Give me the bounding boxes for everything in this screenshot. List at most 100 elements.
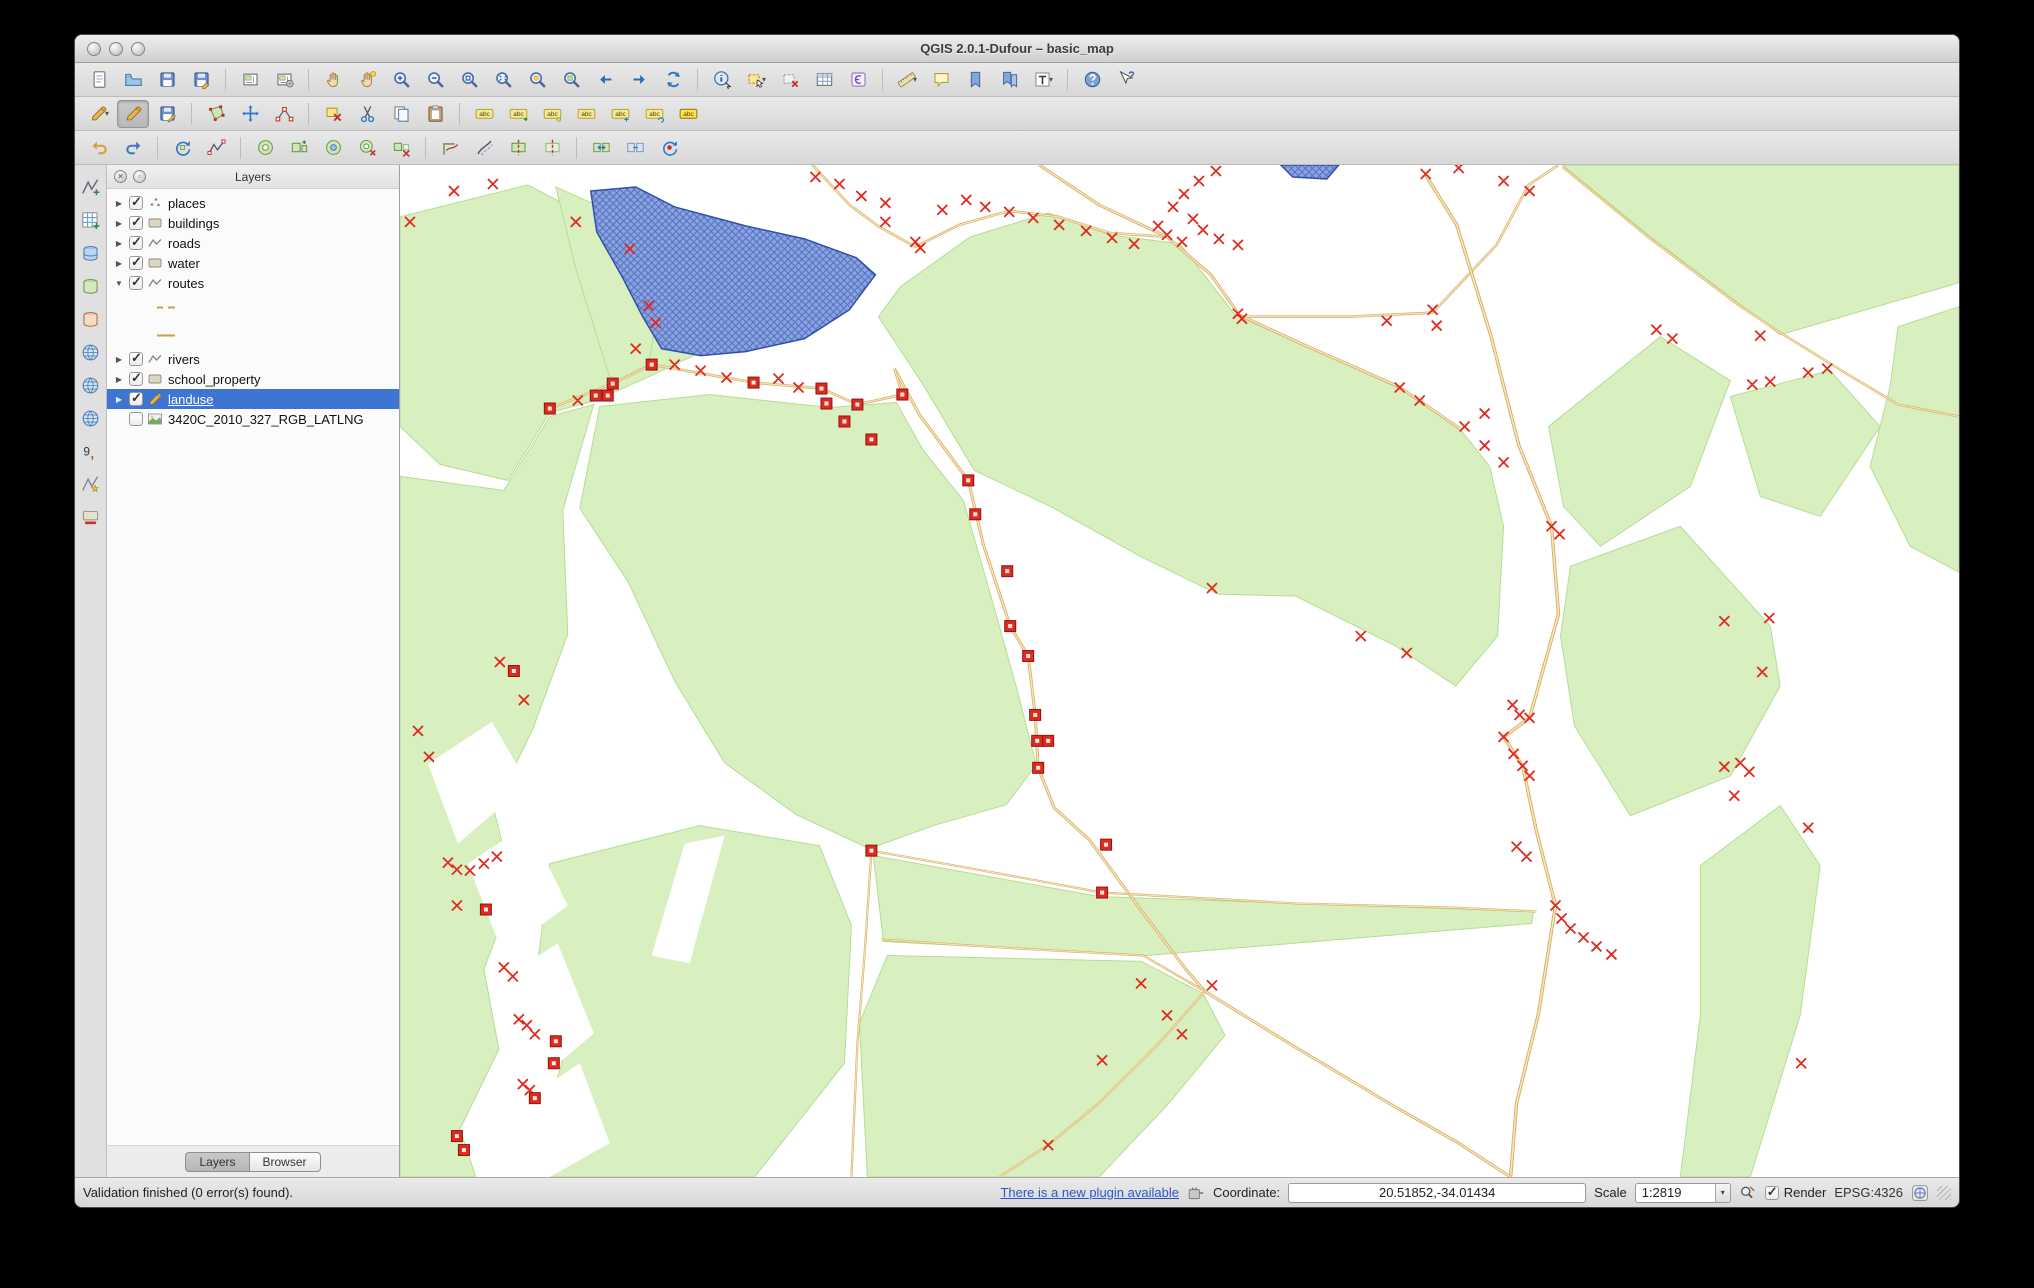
layer-item-water[interactable]: ▶ water	[107, 253, 399, 273]
layer-item-buildings[interactable]: ▶ buildings	[107, 213, 399, 233]
toggle-editing-button[interactable]	[117, 99, 149, 128]
expand-arrow-icon[interactable]: ▶	[113, 355, 125, 364]
title-bar[interactable]: QGIS 2.0.1-Dufour – basic_map	[75, 35, 1959, 63]
delete-selected-button[interactable]	[317, 100, 349, 128]
whats-this-button[interactable]	[1110, 66, 1142, 94]
plugin-icon[interactable]	[1187, 1184, 1205, 1202]
rotate-point-symbols-button[interactable]	[653, 134, 685, 162]
pan-map-button[interactable]	[317, 66, 349, 94]
new-bookmark-button[interactable]	[959, 66, 991, 94]
zoom-next-button[interactable]	[623, 66, 655, 94]
zoom-out-button[interactable]	[419, 66, 451, 94]
new-project-button[interactable]	[83, 66, 115, 94]
field-calculator-button[interactable]	[842, 66, 874, 94]
layer-label[interactable]: 3420C_2010_327_RGB_LATLNG	[168, 412, 364, 427]
map-tips-button[interactable]	[925, 66, 957, 94]
scale-combo[interactable]: 1:2819 ▾	[1634, 1182, 1731, 1203]
label-move-button[interactable]: abc	[604, 100, 636, 128]
save-layer-edits-button[interactable]	[151, 100, 183, 128]
layer-label[interactable]: rivers	[168, 352, 200, 367]
remove-layer-button[interactable]	[78, 505, 104, 529]
scale-magnifier-icon[interactable]	[1739, 1184, 1757, 1202]
redo-button[interactable]	[117, 134, 149, 162]
dropdown-arrow-icon[interactable]: ▾	[1049, 75, 1053, 84]
panel-float-button[interactable]: ▫	[133, 170, 146, 183]
plugin-link[interactable]: There is a new plugin available	[1000, 1185, 1179, 1200]
render-checkbox[interactable]	[1764, 1184, 1779, 1200]
layer-label[interactable]: routes	[168, 276, 204, 291]
add-wcs-layer-button[interactable]	[78, 373, 104, 397]
save-project-button[interactable]	[151, 66, 183, 94]
expand-arrow-icon[interactable]: ▶	[113, 375, 125, 384]
layer-visibility-checkbox[interactable]	[129, 194, 143, 210]
layer-item-roads[interactable]: ▶ roads	[107, 233, 399, 253]
label-add-button[interactable]: abc	[502, 100, 534, 128]
expand-arrow-icon[interactable]: ▶	[113, 395, 125, 404]
map-canvas[interactable]	[400, 165, 1959, 1177]
add-ring-button[interactable]	[249, 134, 281, 162]
combo-arrow-icon[interactable]: ▾	[1714, 1183, 1730, 1202]
open-project-button[interactable]	[117, 66, 149, 94]
minimize-window-button[interactable]	[109, 41, 123, 56]
cut-features-button[interactable]	[351, 100, 383, 128]
move-feature-button[interactable]	[234, 100, 266, 128]
merge-features-button[interactable]	[585, 134, 617, 162]
add-feature-button[interactable]	[200, 100, 232, 128]
label-show-hide-button[interactable]: abc	[570, 100, 602, 128]
label-rotate-button[interactable]: abc	[638, 100, 670, 128]
add-spatialite-layer-button[interactable]	[78, 274, 104, 298]
coordinate-input[interactable]	[1288, 1182, 1587, 1203]
reshape-features-button[interactable]	[434, 134, 466, 162]
deselect-features-button[interactable]	[774, 66, 806, 94]
merge-attributes-button[interactable]	[619, 134, 651, 162]
measure-button[interactable]: ▾	[891, 66, 923, 94]
add-wfs-layer-button[interactable]	[78, 406, 104, 430]
layer-visibility-checkbox[interactable]	[129, 254, 143, 270]
layer-item-routes[interactable]: ▼ routes	[107, 273, 399, 293]
new-print-composer-button[interactable]	[234, 66, 266, 94]
crs-status-icon[interactable]	[1911, 1184, 1929, 1202]
expand-arrow-icon[interactable]: ▶	[113, 239, 125, 248]
copy-features-button[interactable]	[385, 100, 417, 128]
layer-item-landuse[interactable]: ▶ landuse	[107, 389, 399, 409]
panel-tab-browser[interactable]: Browser	[248, 1151, 321, 1172]
add-raster-layer-button[interactable]	[78, 208, 104, 232]
show-bookmarks-button[interactable]	[993, 66, 1025, 94]
layer-item-places[interactable]: ▶ places	[107, 193, 399, 213]
delete-ring-button[interactable]	[351, 134, 383, 162]
layer-label[interactable]: landuse	[168, 392, 214, 407]
help-button[interactable]	[1076, 66, 1108, 94]
identify-features-button[interactable]	[706, 66, 738, 94]
add-mssql-layer-button[interactable]	[78, 307, 104, 331]
layer-item-rivers[interactable]: ▶ rivers	[107, 349, 399, 369]
new-shapefile-layer-button[interactable]	[78, 472, 104, 496]
zoom-to-selection-button[interactable]	[521, 66, 553, 94]
expand-arrow-icon[interactable]: ▶	[113, 259, 125, 268]
zoom-in-button[interactable]	[385, 66, 417, 94]
undo-button[interactable]	[83, 134, 115, 162]
node-tool-button[interactable]	[268, 100, 300, 128]
layer-label[interactable]: places	[168, 196, 206, 211]
close-window-button[interactable]	[87, 41, 101, 56]
layer-label[interactable]: buildings	[168, 216, 219, 231]
layer-visibility-checkbox[interactable]	[129, 214, 143, 230]
panel-close-button[interactable]: ✕	[114, 170, 127, 183]
layer-label[interactable]: school_property	[168, 372, 261, 387]
rotate-feature-button[interactable]	[166, 134, 198, 162]
open-attribute-table-button[interactable]	[808, 66, 840, 94]
add-delimited-text-layer-button[interactable]: 9,	[78, 439, 104, 463]
layer-item-school_property[interactable]: ▶ school_property	[107, 369, 399, 389]
zoom-last-button[interactable]	[589, 66, 621, 94]
resize-grip[interactable]	[1937, 1185, 1951, 1200]
offset-curve-button[interactable]	[468, 134, 500, 162]
add-part-button[interactable]	[283, 134, 315, 162]
composer-manager-button[interactable]	[268, 66, 300, 94]
pan-to-selection-button[interactable]	[351, 66, 383, 94]
dropdown-arrow-icon[interactable]: ▾	[762, 75, 766, 84]
layer-label[interactable]: roads	[168, 236, 201, 251]
collapse-arrow-icon[interactable]: ▼	[113, 279, 125, 288]
save-project-as-button[interactable]	[185, 66, 217, 94]
delete-part-button[interactable]	[385, 134, 417, 162]
refresh-map-button[interactable]	[657, 66, 689, 94]
layer-visibility-checkbox[interactable]	[129, 370, 143, 386]
